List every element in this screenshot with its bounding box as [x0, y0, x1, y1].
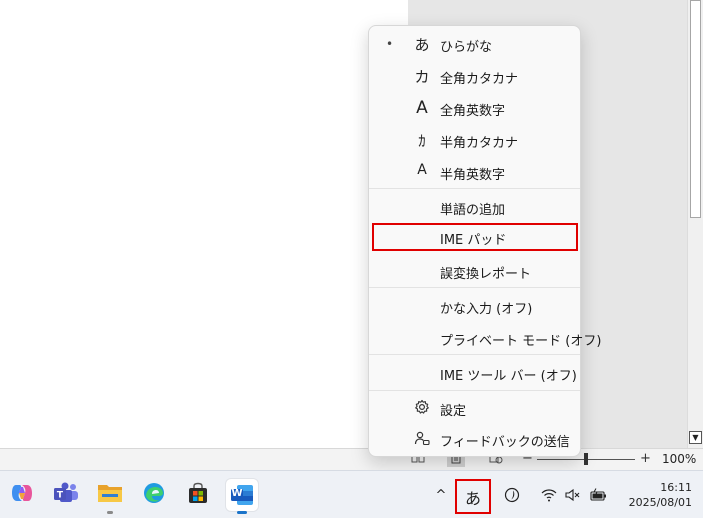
clock-time: 16:11 [660, 481, 692, 494]
svg-text:T: T [57, 491, 64, 501]
word-button[interactable]: W [226, 479, 258, 514]
store-icon [186, 481, 210, 509]
menu-item-label: 全角英数字 [440, 104, 506, 119]
menu-item-label: 半角英数字 [440, 168, 506, 183]
hiragana-icon: あ [414, 36, 430, 54]
menu-item-label: かな入力 (オフ) [440, 302, 533, 317]
menu-separator [369, 390, 580, 391]
menu-item-label: 全角カタカナ [440, 72, 519, 87]
taskbar: T W ^ あ 16:11 2025/08/01 [0, 470, 703, 518]
status-bar: − + 100% [0, 448, 703, 470]
edge-icon [142, 481, 166, 509]
gear-icon [412, 399, 432, 419]
file-explorer-button[interactable] [94, 479, 126, 514]
battery-charging-icon[interactable] [588, 471, 610, 519]
menu-item-halfwidth-katakana[interactable]: ｶ 半角カタカナ [373, 126, 576, 154]
fullwidth-alpha-icon: A [416, 98, 428, 118]
selected-bullet: • [386, 37, 394, 51]
focus-assist-icon[interactable] [502, 471, 522, 519]
show-hidden-icons-button[interactable]: ^ [433, 471, 449, 519]
copilot-button[interactable] [6, 479, 38, 511]
zoom-in-button[interactable]: + [640, 451, 651, 466]
menu-item-ime-toolbar[interactable]: IME ツール バー (オフ) [373, 359, 577, 387]
menu-item-label: プライベート モード (オフ) [440, 334, 602, 349]
menu-item-label: ひらがな [440, 40, 493, 55]
menu-item-kana-input[interactable]: かな入力 (オフ) [373, 292, 576, 320]
copilot-icon [10, 481, 34, 509]
zoom-slider-thumb[interactable] [584, 453, 588, 465]
menu-item-label: IME ツール バー (オフ) [440, 369, 577, 384]
person-feedback-icon [412, 430, 432, 450]
vertical-scrollbar[interactable]: ▼ [687, 0, 703, 448]
menu-item-add-word[interactable]: 単語の追加 [373, 193, 576, 221]
store-button[interactable] [182, 479, 214, 511]
file-explorer-icon [97, 482, 123, 508]
menu-separator [369, 188, 580, 189]
active-indicator [237, 511, 247, 514]
menu-item-label: 誤変換レポート [440, 267, 532, 282]
scroll-down-button[interactable]: ▼ [689, 431, 702, 444]
halfwidth-katakana-icon: ｶ [418, 132, 426, 150]
volume-muted-icon[interactable] [563, 471, 583, 519]
halfwidth-alpha-icon: A [417, 162, 427, 178]
teams-icon: T [53, 481, 79, 509]
clock-date: 2025/08/01 [628, 496, 692, 509]
wifi-icon[interactable] [539, 471, 559, 519]
edge-button[interactable] [138, 479, 170, 511]
menu-item-label: フィードバックの送信 [440, 435, 570, 450]
menu-item-settings[interactable]: 設定 [373, 394, 576, 422]
word-icon-letter: W [231, 488, 243, 499]
menu-item-halfwidth-alphanumeric[interactable]: A 半角英数字 [373, 158, 576, 186]
katakana-icon: カ [414, 68, 430, 86]
menu-item-label: 設定 [440, 404, 467, 419]
teams-button[interactable]: T [50, 479, 82, 511]
menu-item-fullwidth-alphanumeric[interactable]: A 全角英数字 [373, 94, 576, 122]
menu-item-conversion-report[interactable]: 誤変換レポート [373, 257, 576, 285]
menu-item-private-mode[interactable]: プライベート モード (オフ) [373, 324, 601, 352]
menu-item-ime-pad[interactable]: IME パッド [372, 223, 578, 251]
menu-item-hiragana[interactable]: • あ ひらがな [373, 30, 576, 58]
word-icon: W [230, 484, 254, 506]
ime-indicator-button[interactable]: あ [455, 479, 491, 514]
scrollbar-thumb[interactable] [690, 0, 701, 218]
zoom-level[interactable]: 100% [662, 452, 696, 466]
menu-item-label: 単語の追加 [440, 203, 506, 218]
running-indicator [107, 511, 113, 514]
menu-item-label: 半角カタカナ [440, 136, 519, 151]
document-page[interactable] [0, 0, 408, 448]
ime-mode-label: あ [464, 488, 481, 508]
menu-item-send-feedback[interactable]: フィードバックの送信 [373, 425, 576, 453]
menu-item-label: IME パッド [440, 233, 507, 248]
menu-separator [369, 354, 580, 355]
menu-separator [369, 287, 580, 288]
ime-context-menu: • あ ひらがな カ 全角カタカナ A 全角英数字 ｶ 半角カタカナ A 半角英… [368, 25, 601, 457]
system-clock[interactable]: 16:11 2025/08/01 [620, 480, 692, 510]
menu-item-fullwidth-katakana[interactable]: カ 全角カタカナ [373, 62, 576, 90]
